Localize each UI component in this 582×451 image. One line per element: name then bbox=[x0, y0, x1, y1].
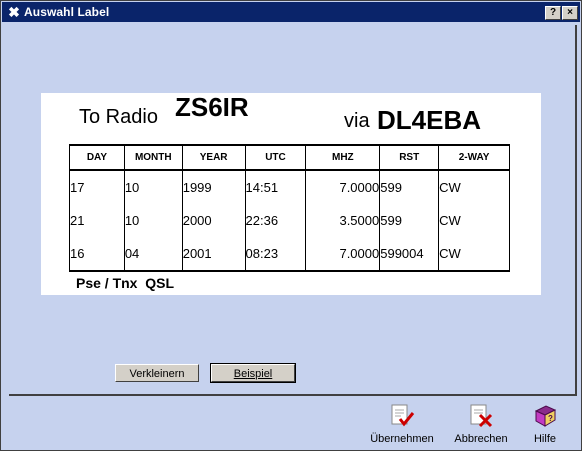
footer-toolbar: Übernehmen Abbrechen ? Hilfe bbox=[1, 396, 581, 450]
qso-row: 16 04 2001 08:23 7.0000 599004 CW bbox=[69, 237, 510, 272]
help-title-button[interactable]: ? bbox=[545, 6, 561, 20]
cell-utc: 14:51 bbox=[244, 170, 307, 204]
col-utc: UTC bbox=[244, 144, 307, 171]
col-year: YEAR bbox=[181, 144, 246, 171]
help-label: Hilfe bbox=[533, 433, 556, 445]
cell-month: 10 bbox=[123, 170, 183, 204]
qso-header-row: DAY MONTH YEAR UTC MHZ RST 2-WAY bbox=[69, 144, 510, 171]
label-preview: To Radio ZS6IR via DL4EBA DAY MONTH YEAR… bbox=[41, 92, 541, 295]
cell-utc: 08:23 bbox=[244, 237, 307, 272]
qso-row: 21 10 2000 22:36 3.5000 599 CW bbox=[69, 204, 510, 237]
col-mhz: MHZ bbox=[305, 144, 381, 171]
col-day: DAY bbox=[69, 144, 125, 171]
accept-label: Übernehmen bbox=[370, 433, 434, 445]
cell-rst: 599004 bbox=[379, 237, 440, 272]
col-month: MONTH bbox=[123, 144, 183, 171]
cell-rst: 599 bbox=[379, 170, 440, 204]
title-bar[interactable]: ✖ Auswahl Label ? × bbox=[2, 2, 580, 22]
accept-button[interactable]: Übernehmen bbox=[369, 402, 435, 445]
cell-mhz: 7.0000 bbox=[305, 170, 381, 204]
cell-month: 04 bbox=[123, 237, 183, 272]
example-button[interactable]: Beispiel bbox=[210, 363, 296, 383]
cell-mhz: 3.5000 bbox=[305, 204, 381, 237]
help-button[interactable]: ? Hilfe bbox=[528, 402, 562, 445]
cell-year: 2000 bbox=[181, 204, 246, 237]
tools-icon: ✖ bbox=[8, 4, 20, 20]
document-x-icon bbox=[467, 402, 495, 430]
cell-rst: 599 bbox=[379, 204, 440, 237]
svg-text:?: ? bbox=[548, 414, 553, 423]
pse-tnx-qsl-text: Pse / Tnx QSL bbox=[76, 275, 175, 291]
col-rst: RST bbox=[379, 144, 440, 171]
cancel-label: Abbrechen bbox=[454, 433, 508, 445]
col-2way: 2-WAY bbox=[438, 144, 510, 171]
cell-mhz: 7.0000 bbox=[305, 237, 381, 272]
cell-month: 10 bbox=[123, 204, 183, 237]
cell-mode: CW bbox=[438, 237, 510, 272]
cell-mode: CW bbox=[438, 170, 510, 204]
qso-table: DAY MONTH YEAR UTC MHZ RST 2-WAY 17 10 1… bbox=[69, 144, 510, 272]
to-radio-text: To Radio bbox=[79, 106, 158, 128]
window-title: Auswahl Label bbox=[24, 5, 110, 19]
cell-day: 17 bbox=[69, 170, 125, 204]
close-title-button[interactable]: × bbox=[562, 6, 578, 20]
cell-year: 2001 bbox=[181, 237, 246, 272]
cancel-button[interactable]: Abbrechen bbox=[451, 402, 511, 445]
cell-utc: 22:36 bbox=[244, 204, 307, 237]
cell-day: 16 bbox=[69, 237, 125, 272]
cell-mode: CW bbox=[438, 204, 510, 237]
shrink-button[interactable]: Verkleinern bbox=[115, 364, 199, 382]
cell-year: 1999 bbox=[181, 170, 246, 204]
cell-day: 21 bbox=[69, 204, 125, 237]
dialog-window: ✖ Auswahl Label ? × To Radio ZS6IR via D… bbox=[0, 0, 582, 451]
callsign: ZS6IR bbox=[175, 92, 249, 122]
example-button-label: Beispiel bbox=[233, 368, 273, 380]
document-check-icon bbox=[388, 402, 416, 430]
qso-row: 17 10 1999 14:51 7.0000 599 CW bbox=[69, 170, 510, 204]
help-book-icon: ? bbox=[531, 402, 559, 430]
via-text: via bbox=[344, 110, 370, 132]
via-callsign: DL4EBA bbox=[377, 105, 482, 135]
